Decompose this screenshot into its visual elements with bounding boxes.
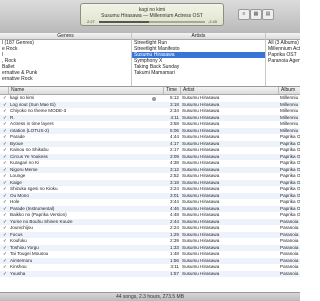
column-browser: Genres l (187 Genres) e Rock l, Rock Ballet… xyxy=(0,33,300,87)
now-playing-subtitle: Susumu Hirasawa — Millennium Actress OST xyxy=(101,13,203,19)
track-name: Yuusha xyxy=(10,270,26,276)
track-artist: Susumu Hirasawa xyxy=(182,270,220,276)
list-view-button[interactable]: ≡ xyxy=(238,9,250,20)
genre-item[interactable]: ernative Rock xyxy=(0,76,131,82)
artist-column-header[interactable]: Artist xyxy=(180,87,279,94)
now-playing-indicator-icon xyxy=(152,96,156,101)
album-item[interactable]: Paranoia Agen xyxy=(266,58,300,64)
coverflow-view-button[interactable]: ▤ xyxy=(262,9,274,20)
albums-header[interactable] xyxy=(266,33,300,40)
track-album: Paranoia xyxy=(280,270,299,276)
genres-header[interactable]: Genres xyxy=(0,33,131,40)
progress-fill xyxy=(99,21,149,23)
grid-view-button[interactable]: ▦ xyxy=(250,9,262,20)
toolbar: kagi no kimi Susumu Hirasawa — Millenniu… xyxy=(0,0,300,34)
track-time: 1:57 xyxy=(170,270,179,276)
remaining-time: -2:45 xyxy=(207,19,217,24)
genres-column: Genres l (187 Genres) e Rock l, Rock Ballet… xyxy=(0,33,132,86)
artists-header[interactable]: Artists xyxy=(132,33,265,40)
track-checkbox[interactable]: ✓ xyxy=(3,271,9,278)
elapsed-time: 2:27 xyxy=(87,19,95,24)
now-playing-display[interactable]: kagi no kimi Susumu Hirasawa — Millenniu… xyxy=(80,3,224,26)
artists-column: Artists Streetlight Run Streetlight Manif… xyxy=(132,33,266,86)
album-column-header[interactable]: Album xyxy=(278,87,303,94)
albums-column: All (3 Albums) Millennium Act Paprika OST P… xyxy=(266,33,300,86)
artist-item[interactable]: Takumi Mamamari xyxy=(132,70,265,76)
name-column-header[interactable]: Name xyxy=(8,87,163,94)
track-row[interactable]: ✓ Yuusha 1:57 Susumu Hirasawa Paranoia xyxy=(0,270,300,278)
progress-bar[interactable] xyxy=(99,21,205,23)
track-list-header: Name Time Artist Album xyxy=(0,87,300,95)
track-list: ✓ kagi no kimi 5:12 Susumu Hirasawa Millenni… xyxy=(0,95,300,292)
